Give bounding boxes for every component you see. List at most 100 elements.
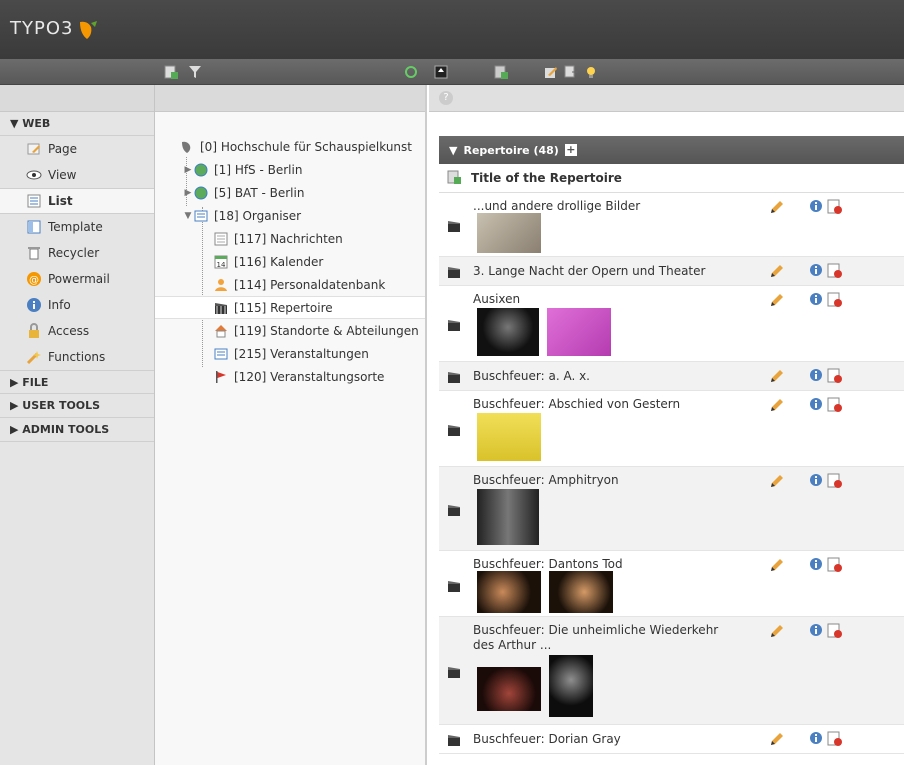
clapperboard-icon[interactable] [447,733,461,747]
module-group-web[interactable]: ▼ WEB [0,112,154,136]
record-title[interactable]: Buschfeuer: Dorian Gray [473,732,733,747]
record-title[interactable]: Buschfeuer: Dantons Tod [473,557,733,572]
tree-node[interactable]: [114] Personaldatenbank [155,273,425,296]
edit-pencil-icon[interactable] [769,623,785,639]
column-header: Title of the Repertoire [439,164,904,193]
history-icon[interactable] [827,199,843,215]
thumbnail-image[interactable] [549,571,613,613]
history-icon[interactable] [827,368,843,384]
record-title[interactable]: ...und andere drollige Bilder [473,199,733,214]
add-record-button[interactable]: + [564,144,577,156]
thumbnail-image[interactable] [477,489,539,545]
info-icon[interactable] [809,292,823,306]
tree-node[interactable]: [119] Standorte & Abteilungen [155,319,425,342]
info-icon[interactable] [809,557,823,571]
edit-pencil-icon[interactable] [769,368,785,384]
tree-node-root[interactable]: [0] Hochschule für Schauspielkunst [155,135,425,158]
tree-node[interactable]: [120] Veranstaltungsorte [155,365,425,388]
edit-pencil-icon[interactable] [769,473,785,489]
tree-node[interactable]: ▶ [1] HfS - Berlin [155,158,425,181]
history-icon[interactable] [827,292,843,308]
history-icon[interactable] [827,397,843,413]
thumbnail-image[interactable] [477,667,541,711]
up-level-icon[interactable] [433,64,449,80]
record-title[interactable]: 3. Lange Nacht der Opern und Theater [473,264,733,279]
info-icon[interactable] [809,199,823,213]
info-icon[interactable] [809,368,823,382]
history-icon[interactable] [827,731,843,747]
module-page[interactable]: Page [0,136,154,162]
collapse-table-icon[interactable]: ▼ [449,144,457,157]
thumbnail-image[interactable] [477,213,541,253]
thumbnail-image[interactable] [477,308,539,356]
clapperboard-icon[interactable] [447,219,461,233]
refresh-icon[interactable] [403,64,419,80]
thumbnail-image[interactable] [549,655,593,717]
edit-pencil-icon[interactable] [769,557,785,573]
info-icon[interactable] [809,473,823,487]
edit-pencil-icon[interactable] [769,731,785,747]
module-label: Powermail [48,272,110,286]
new-record-icon[interactable] [447,170,461,187]
thumbnail-image[interactable] [477,571,541,613]
thumbnail-image[interactable] [547,308,611,356]
help-icon[interactable]: ? [439,91,453,105]
new-record-icon[interactable] [493,64,509,80]
history-icon[interactable] [827,263,843,279]
edit-pencil-icon[interactable] [769,292,785,308]
record-title[interactable]: Buschfeuer: Amphitryon [473,473,733,488]
tree-node[interactable]: [117] Nachrichten [155,227,425,250]
expand-icon[interactable]: ▶ [183,165,193,175]
edit-pencil-icon[interactable] [769,199,785,215]
record-title[interactable]: Buschfeuer: Abschied von Gestern [473,397,733,412]
record-title[interactable]: Buschfeuer: Die unheimliche Wiederkehr d… [473,623,733,653]
edit-pencil-icon[interactable] [769,263,785,279]
move-page-icon[interactable] [563,64,579,80]
tree-node-selected[interactable]: [115] Repertoire [155,296,425,319]
clapperboard-icon[interactable] [447,423,461,437]
module-view[interactable]: View [0,162,154,188]
new-page-icon[interactable] [163,64,179,80]
module-list[interactable]: List [0,188,154,214]
flag-icon [213,369,229,385]
tree-node[interactable]: [215] Veranstaltungen [155,342,425,365]
info-icon[interactable] [809,397,823,411]
record-title[interactable]: Buschfeuer: a. A. x. [473,369,733,384]
expand-icon[interactable]: ▶ [183,188,193,198]
module-group-user-tools[interactable]: ▶ USER TOOLS [0,394,154,418]
history-icon[interactable] [827,557,843,573]
edit-pencil-icon[interactable] [769,397,785,413]
tree-node[interactable]: ▼ [18] Organiser [155,204,425,227]
module-group-admin-tools[interactable]: ▶ ADMIN TOOLS [0,418,154,442]
history-icon[interactable] [827,473,843,489]
page-tree: [0] Hochschule für Schauspielkunst ▶ [1]… [155,135,425,388]
table-header[interactable]: ▼ Repertoire (48) + [439,136,904,164]
clapperboard-icon[interactable] [447,503,461,517]
record-title[interactable]: Ausixen [473,292,733,307]
column-title[interactable]: Title of the Repertoire [471,171,622,185]
info-icon[interactable] [809,731,823,745]
tree-node[interactable]: 14 [116] Kalender [155,250,425,273]
clapperboard-icon[interactable] [447,579,461,593]
module-access[interactable]: Access [0,318,154,344]
filter-icon[interactable] [187,64,203,80]
thumbnail-image[interactable] [477,413,541,461]
module-functions[interactable]: Functions [0,344,154,370]
clapperboard-icon[interactable] [447,318,461,332]
info-icon[interactable] [809,623,823,637]
collapse-icon[interactable]: ▼ [183,211,193,221]
module-powermail[interactable]: @ Powermail [0,266,154,292]
clapperboard-icon[interactable] [447,370,461,384]
history-icon[interactable] [827,623,843,639]
clapperboard-icon[interactable] [447,665,461,679]
clapperboard-icon[interactable] [447,265,461,279]
module-template[interactable]: Template [0,214,154,240]
lightbulb-icon[interactable] [583,64,599,80]
tree-node[interactable]: ▶ [5] BAT - Berlin [155,181,425,204]
edit-page-icon[interactable] [543,64,559,80]
module-recycler[interactable]: Recycler [0,240,154,266]
module-info[interactable]: Info [0,292,154,318]
typo3-logo[interactable]: TYPO3 [10,18,99,39]
info-icon[interactable] [809,263,823,277]
module-group-file[interactable]: ▶ FILE [0,370,154,394]
